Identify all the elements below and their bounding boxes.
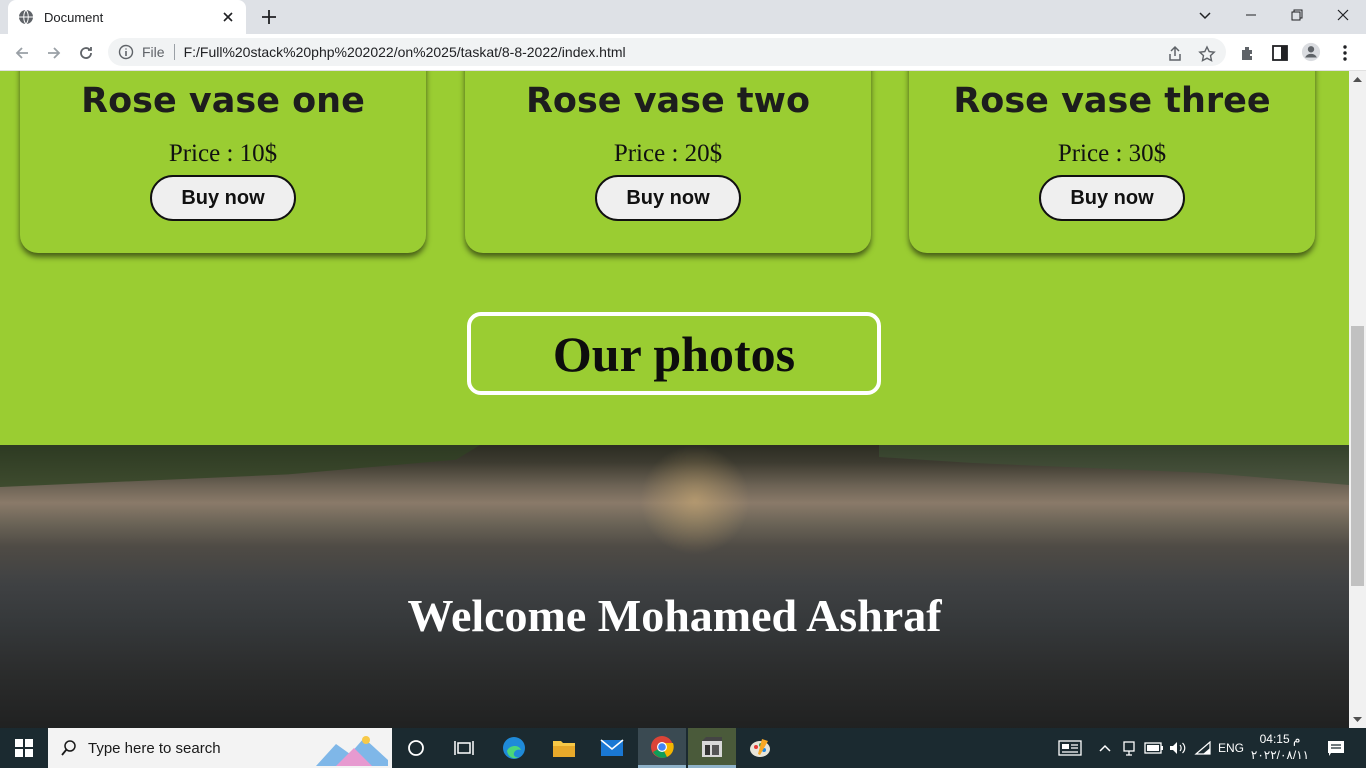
search-icon <box>61 740 76 756</box>
extensions-icon[interactable] <box>1238 43 1258 63</box>
product-price: Price : 10$ <box>168 140 278 167</box>
reload-icon[interactable] <box>75 42 97 64</box>
photos-heading-box: Our photos <box>467 312 881 395</box>
product-title: Rose vase one <box>81 81 365 121</box>
close-tab-icon[interactable] <box>220 9 236 25</box>
language-indicator[interactable]: ENG <box>1215 728 1247 768</box>
product-title: Rose vase two <box>525 81 811 121</box>
hero-shore-right <box>879 445 1349 485</box>
hero-sun-reflection <box>640 445 750 555</box>
scroll-down-arrow-icon[interactable] <box>1353 715 1362 724</box>
product-card: Rose vase one Price : 10$ Buy now <box>20 71 426 253</box>
media-app-icon[interactable] <box>688 728 736 768</box>
taskbar: Type here to search ENG 04:15 م ٢٠٢٢/٠٨/… <box>0 728 1366 768</box>
product-price: Price : 20$ <box>613 140 723 167</box>
tab-strip: Document <box>0 0 1366 34</box>
menu-kebab-icon[interactable] <box>1335 43 1355 63</box>
wifi-icon[interactable] <box>1193 728 1213 768</box>
paint-app-icon[interactable] <box>736 728 784 768</box>
new-tab-icon[interactable] <box>259 7 279 27</box>
product-title: Rose vase three <box>953 81 1271 121</box>
notifications-icon[interactable] <box>1318 728 1354 768</box>
windows-start-icon[interactable] <box>0 728 48 768</box>
page-scrollbar[interactable] <box>1349 71 1366 728</box>
welcome-heading: Welcome Mohamed Ashraf <box>407 590 942 641</box>
url-text[interactable]: F:/Full%20stack%20php%202022/on%2025/tas… <box>184 44 626 60</box>
profile-avatar[interactable] <box>1301 42 1321 62</box>
page-viewport: Rose vase one Price : 10$ Buy now Rose v… <box>0 71 1349 728</box>
forward-icon[interactable] <box>43 42 65 64</box>
chevron-up-icon[interactable] <box>1096 728 1114 768</box>
hero-shore-left <box>0 445 480 487</box>
mail-icon[interactable] <box>588 728 636 768</box>
taskbar-search-input[interactable]: Type here to search <box>48 728 392 768</box>
restore-icon[interactable] <box>1274 0 1320 30</box>
minimize-icon[interactable] <box>1228 0 1274 30</box>
task-view-icon[interactable] <box>440 728 488 768</box>
product-price: Price : 30$ <box>1057 140 1167 167</box>
clock-date: ٢٠٢٢/٠٨/١١ <box>1250 748 1310 762</box>
buy-now-button[interactable]: Buy now <box>1039 175 1185 221</box>
share-icon[interactable] <box>1166 45 1184 63</box>
chrome-browser-icon[interactable] <box>638 728 686 768</box>
search-highlight-illustration <box>316 736 388 766</box>
back-icon[interactable] <box>11 42 33 64</box>
photos-heading: Our photos <box>552 325 796 382</box>
address-bar[interactable]: File F:/Full%20stack%20php%202022/on%202… <box>108 38 1226 66</box>
file-explorer-icon[interactable] <box>540 728 588 768</box>
tab-search-icon[interactable] <box>1182 0 1228 30</box>
buy-now-button[interactable]: Buy now <box>595 175 741 221</box>
product-card: Rose vase two Price : 20$ Buy now <box>465 71 871 253</box>
battery-icon[interactable] <box>1143 728 1165 768</box>
clock-time: 04:15 م <box>1259 732 1301 746</box>
scroll-up-arrow-icon[interactable] <box>1353 75 1362 84</box>
hero-image: Welcome Mohamed Ashraf <box>0 445 1349 728</box>
tab-title: Document <box>44 9 104 25</box>
browser-toolbar: File F:/Full%20stack%20php%202022/on%202… <box>0 34 1366 71</box>
side-panel-icon[interactable] <box>1270 43 1290 63</box>
camera-tray-icon[interactable] <box>1120 728 1138 768</box>
product-card: Rose vase three Price : 30$ Buy now <box>909 71 1315 253</box>
news-widget-icon[interactable] <box>1052 728 1088 768</box>
scheme-label: File <box>142 44 165 60</box>
edge-browser-icon[interactable] <box>490 728 538 768</box>
bookmark-star-icon[interactable] <box>1198 45 1216 63</box>
buy-now-button[interactable]: Buy now <box>150 175 296 221</box>
globe-icon <box>19 9 33 25</box>
search-placeholder: Type here to search <box>88 739 221 757</box>
cortana-icon[interactable] <box>392 728 440 768</box>
site-info-icon[interactable] <box>118 44 134 60</box>
close-window-icon[interactable] <box>1320 0 1366 30</box>
browser-tab[interactable]: Document <box>8 0 246 34</box>
omnibox-divider <box>173 44 175 60</box>
system-clock[interactable]: 04:15 م ٢٠٢٢/٠٨/١١ <box>1248 731 1312 763</box>
scrollbar-thumb[interactable] <box>1351 326 1364 586</box>
volume-icon[interactable] <box>1168 728 1188 768</box>
